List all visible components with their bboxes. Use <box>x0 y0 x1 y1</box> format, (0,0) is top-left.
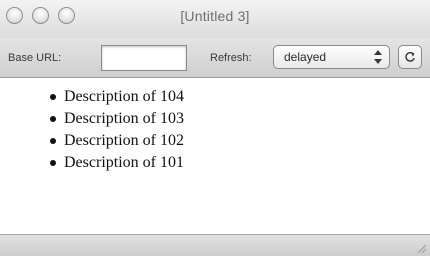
list-item-label: Description of 103 <box>64 110 184 127</box>
window-title: [Untitled 3] <box>180 8 250 24</box>
base-url-label: Base URL: <box>8 52 62 64</box>
list-item: Description of 104 <box>50 86 184 108</box>
list-item-label: Description of 104 <box>64 88 184 105</box>
content-area: Description of 104 Description of 103 De… <box>0 78 430 234</box>
list-item: Description of 101 <box>50 152 184 174</box>
list-item-label: Description of 102 <box>64 132 184 149</box>
bullet-icon <box>50 160 56 166</box>
reload-icon <box>405 52 415 62</box>
base-url-input[interactable] <box>101 45 187 71</box>
bullet-icon <box>50 94 56 100</box>
toolbar: Base URL: Refresh: delayed <box>0 38 430 78</box>
description-list: Description of 104 Description of 103 De… <box>50 86 184 174</box>
refresh-selected-value: delayed <box>284 50 327 64</box>
list-item: Description of 102 <box>50 130 184 152</box>
status-bar <box>0 234 430 256</box>
refresh-select[interactable]: delayed <box>273 45 390 69</box>
reload-button[interactable] <box>398 45 422 69</box>
resize-grip-icon[interactable] <box>415 241 427 254</box>
title-bar[interactable]: [Untitled 3] <box>0 0 430 38</box>
updown-arrows-icon <box>373 49 383 65</box>
bullet-icon <box>50 116 56 122</box>
app-window: [Untitled 3] Base URL: Refresh: delayed <box>0 0 430 256</box>
list-item-label: Description of 101 <box>64 154 184 171</box>
bullet-icon <box>50 138 56 144</box>
refresh-label: Refresh: <box>210 52 252 64</box>
list-item: Description of 103 <box>50 108 184 130</box>
